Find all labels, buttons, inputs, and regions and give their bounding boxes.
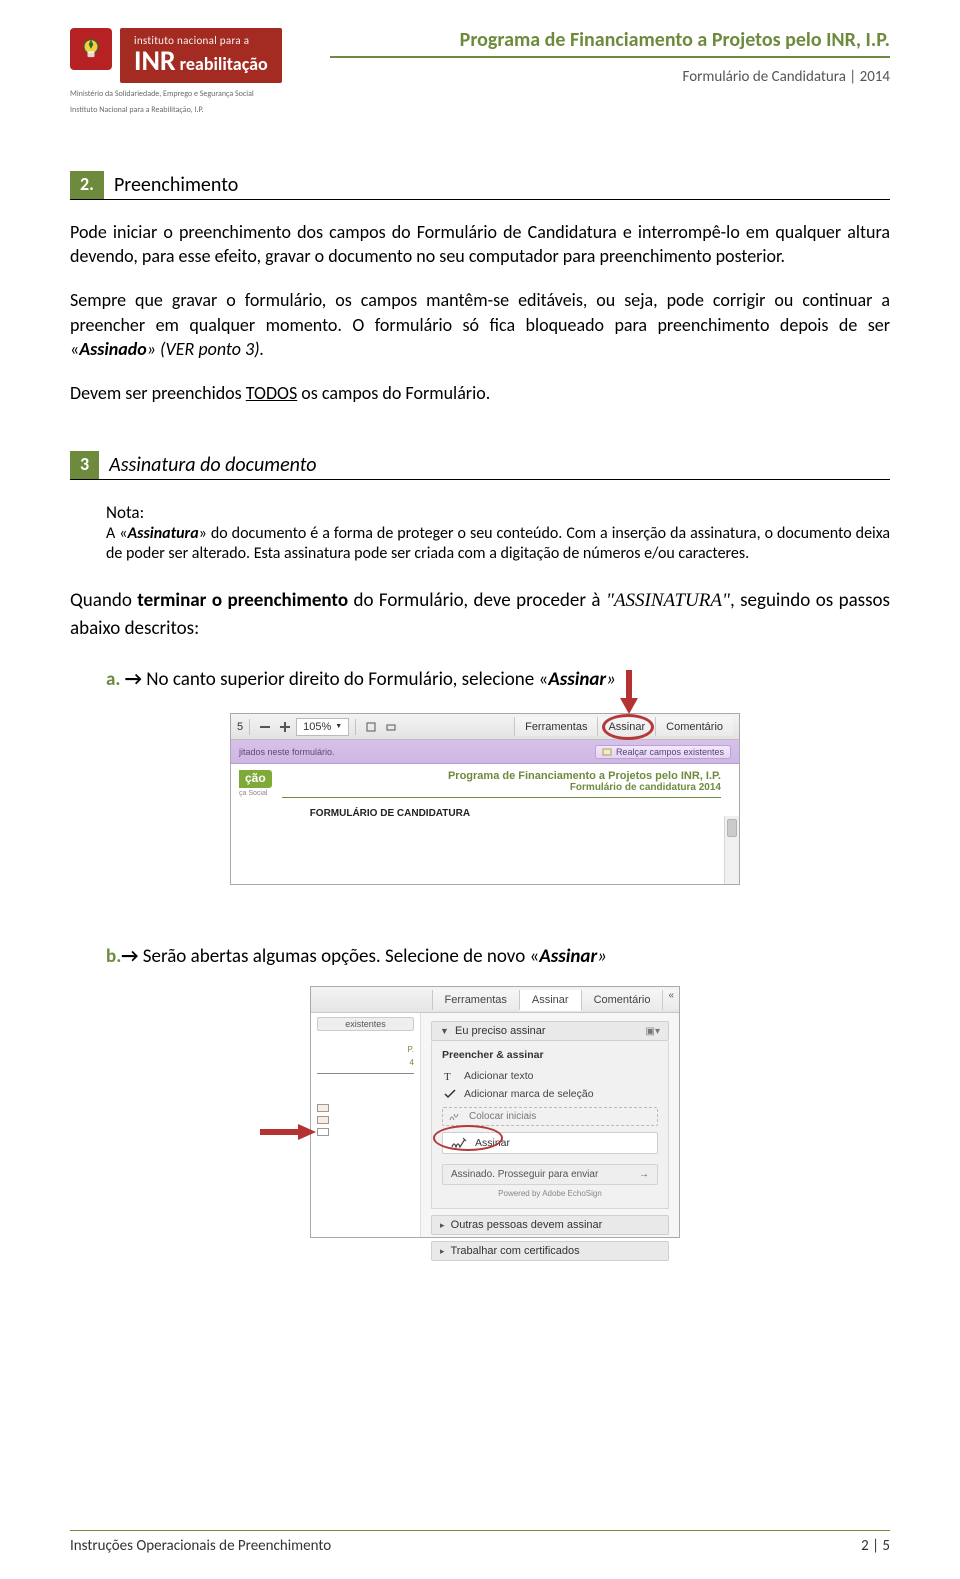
brand-smallprint: instituto nacional para a	[134, 34, 268, 47]
text-icon: T	[444, 1070, 456, 1082]
page-header: instituto nacional para a INR reabilitaç…	[70, 28, 890, 116]
option-add-text[interactable]: T Adicionar texto	[442, 1067, 658, 1085]
pdf-document-preview: ção ça Social Programa de Financiamento …	[231, 764, 739, 884]
field-row	[317, 1104, 414, 1112]
checkmark-icon	[444, 1088, 456, 1100]
form-fields-banner: jitados neste formulário. Realçar campos…	[231, 740, 739, 764]
footer-left: Instruções Operacionais de Preenchimento	[70, 1537, 331, 1555]
accordion-others-sign[interactable]: ▸ Outras pessoas devem assinar	[431, 1215, 669, 1235]
svg-text:T: T	[444, 1071, 451, 1082]
powered-by-label: Powered by Adobe EchoSign	[442, 1189, 658, 1198]
screenshot-sign-panel: Ferramentas Assinar Comentário « existen…	[310, 986, 680, 1238]
document-preview-strip: existentes P. 4	[311, 1013, 421, 1237]
doc-form-title: FORMULÁRIO DE CANDIDATURA	[282, 808, 721, 819]
arrow-right-icon: →	[125, 668, 142, 691]
brand-word: reabilitação	[180, 55, 268, 73]
zoom-level[interactable]: 105%▼	[296, 718, 349, 736]
tab-ferramentas[interactable]: Ferramentas	[432, 990, 519, 1010]
tab-comentario[interactable]: Comentário	[655, 717, 733, 736]
fill-and-sign-heading: Preencher & assinar	[442, 1049, 658, 1061]
accordion-eu-preciso-assinar[interactable]: ▼ Eu preciso assinar ▣▾	[431, 1021, 669, 1041]
red-arrow-down-icon	[620, 670, 638, 714]
logo-fragment: ção	[239, 770, 272, 788]
initials-icon	[449, 1112, 463, 1122]
ministry-line-2: Instituto Nacional para a Reabilitação, …	[70, 105, 330, 115]
scrollbar[interactable]	[724, 816, 739, 884]
signature-icon	[451, 1137, 467, 1149]
pdf-toolbar: Ferramentas Assinar Comentário «	[311, 987, 679, 1013]
doc-program-title: Programa de Financiamento a Projetos pel…	[282, 770, 721, 782]
section-preenchimento: 2. Preenchimento Pode iniciar o preenchi…	[70, 171, 890, 406]
section-2-title: Preenchimento	[104, 171, 248, 199]
option-add-checkmark[interactable]: Adicionar marca de seleção	[442, 1085, 658, 1103]
note-text: A «Assinatura» do documento é a forma de…	[106, 524, 890, 566]
tiny-label: 4	[317, 1058, 414, 1067]
field-row	[317, 1116, 414, 1124]
footer-page-number: 2 | 5	[861, 1537, 890, 1555]
toolbar-page-number: 5	[237, 721, 243, 733]
highlight-chip: existentes	[317, 1017, 414, 1031]
highlight-fields-button[interactable]: Realçar campos existentes	[595, 745, 731, 759]
tiny-label: P.	[317, 1045, 414, 1054]
section-assinatura: 3 Assinatura do documento Nota: A «Assin…	[70, 451, 890, 1239]
header-rule	[330, 56, 890, 58]
red-arrow-right-icon	[260, 1124, 316, 1140]
screenshot-assinar-tab: 5 105%▼ Ferramentas Assinar Comentário	[230, 713, 740, 885]
zoom-out-icon[interactable]	[256, 718, 274, 736]
ministry-line-1: Ministério da Solidariedade, Emprego e S…	[70, 89, 330, 99]
logo-fragment-sub: ça Social	[239, 790, 267, 797]
accordion-certificates[interactable]: ▸ Trabalhar com certificados	[431, 1241, 669, 1261]
tool-icon[interactable]	[362, 718, 380, 736]
tab-ferramentas[interactable]: Ferramentas	[514, 717, 597, 736]
section-3-lead: Quando terminar o preenchimento do Formu…	[70, 587, 890, 642]
field-row	[317, 1128, 414, 1136]
tab-assinar[interactable]: Assinar	[519, 990, 581, 1011]
program-title: Programa de Financiamento a Projetos pel…	[330, 28, 890, 56]
options-icon[interactable]: ▣▾	[646, 1026, 660, 1037]
section-3-note: Nota: A «Assinatura» do documento é a fo…	[106, 502, 890, 566]
tab-comentario[interactable]: Comentário	[581, 990, 663, 1010]
doc-program-sub: Formulário de candidatura 2014	[282, 782, 721, 793]
step-b: b.→ Serão abertas algumas opções. Seleci…	[106, 945, 890, 968]
logo-block: instituto nacional para a INR reabilitaç…	[70, 28, 330, 116]
sign-panel: ▼ Eu preciso assinar ▣▾ Preencher & assi…	[421, 1013, 679, 1237]
tab-assinar[interactable]: Assinar	[597, 717, 655, 736]
zoom-in-icon[interactable]	[276, 718, 294, 736]
header-subtitle: Formulário de Candidatura | 2014	[330, 68, 890, 86]
section-3-title: Assinatura do documento	[99, 451, 326, 479]
close-panel-icon[interactable]: «	[662, 990, 679, 1010]
inr-logo: instituto nacional para a INR reabilitaç…	[120, 28, 282, 83]
section-2-paragraph-2: Sempre que gravar o formulário, os campo…	[70, 288, 890, 361]
signed-proceed-button[interactable]: Assinado. Prosseguir para enviar →	[442, 1164, 658, 1185]
arrow-right-icon: →	[121, 945, 138, 968]
step-a-letter: a.	[106, 668, 120, 691]
brand-acronym: INR	[134, 47, 176, 75]
section-2-paragraph-3: Devem ser preenchidos TODOS os campos do…	[70, 381, 890, 405]
step-a: a. → No canto superior direito do Formul…	[106, 668, 890, 691]
coat-of-arms-icon	[70, 28, 112, 70]
section-3-number: 3	[70, 451, 99, 479]
tool-icon[interactable]	[382, 718, 400, 736]
step-b-letter: b.	[106, 945, 121, 968]
section-2-number: 2.	[70, 171, 104, 199]
page-footer: Instruções Operacionais de Preenchimento…	[70, 1530, 890, 1555]
option-place-initials[interactable]: Colocar iniciais	[442, 1107, 658, 1126]
banner-text: jitados neste formulário.	[239, 747, 335, 757]
arrow-right-icon: →	[639, 1169, 649, 1180]
section-2-paragraph-1: Pode iniciar o preenchimento dos campos …	[70, 220, 890, 269]
pdf-toolbar: 5 105%▼ Ferramentas Assinar Comentário	[231, 714, 739, 740]
option-assinar[interactable]: Assinar	[442, 1132, 658, 1154]
note-label: Nota:	[106, 502, 890, 524]
